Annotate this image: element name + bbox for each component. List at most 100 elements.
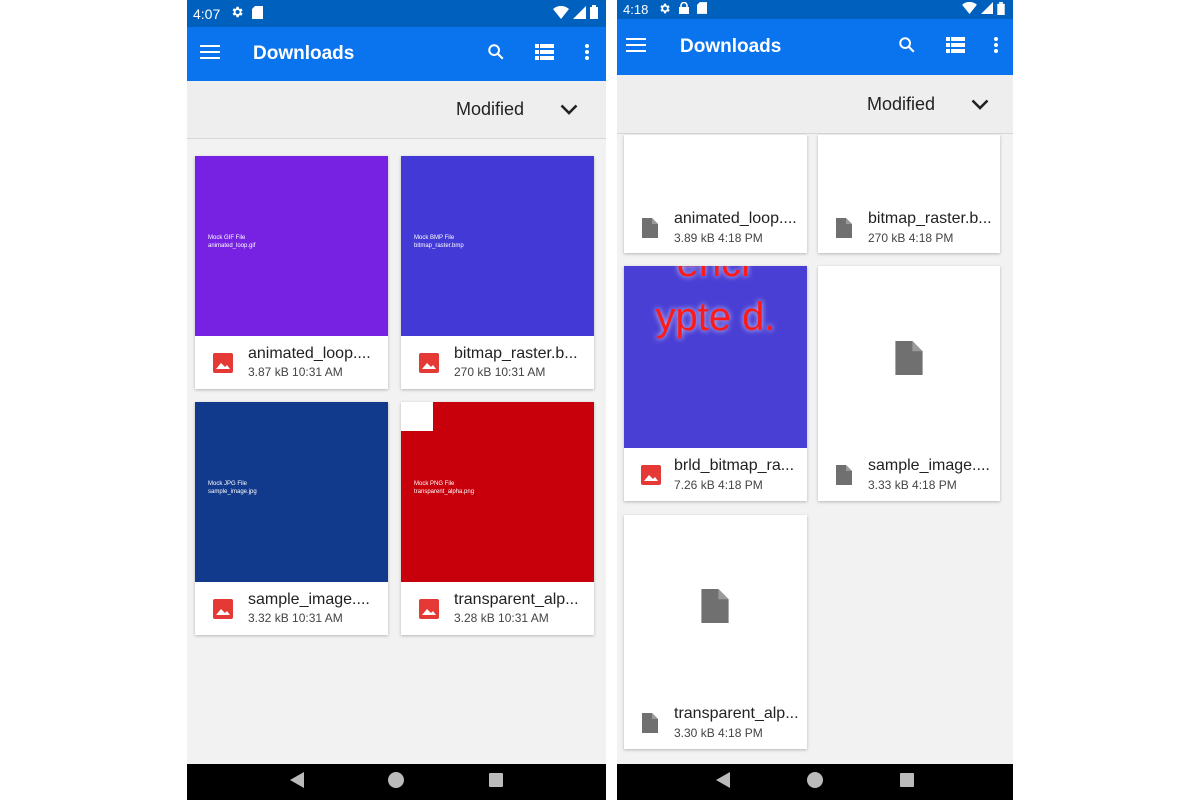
file-meta: 270 kB 4:18 PM: [868, 231, 954, 245]
file-name: transparent_alp...: [454, 591, 579, 608]
file-card[interactable]: Mock JPG File sample_image.jpg sample_ima…: [195, 402, 388, 635]
file-name: animated_loop....: [674, 210, 797, 227]
doc-file-icon: [642, 218, 658, 243]
image-file-icon: [641, 465, 661, 490]
signal-icon: [573, 5, 586, 22]
file-meta: 3.87 kB 10:31 AM: [248, 365, 343, 379]
view-toggle-button[interactable]: [520, 27, 568, 81]
file-name: transparent_alp...: [674, 705, 799, 722]
file-card[interactable]: transparent_alp... 3.30 kB 4:18 PM: [624, 515, 807, 749]
file-name: sample_image....: [248, 591, 370, 608]
mock-file-name: bitmap_raster.bmp: [414, 243, 464, 249]
sort-bar: Modified: [187, 81, 606, 139]
more-options-button[interactable]: [979, 19, 1013, 75]
status-time: 4:18: [623, 2, 649, 17]
recents-button[interactable]: [476, 764, 516, 800]
search-button[interactable]: [472, 27, 520, 81]
recents-button[interactable]: [887, 764, 927, 800]
signal-icon: [981, 2, 993, 17]
file-card[interactable]: animated_loop.... 3.89 kB 4:18 PM: [624, 135, 807, 253]
mock-file-type: Mock JPG File: [208, 481, 248, 487]
settings-icon: [230, 5, 244, 22]
image-file-icon: [213, 599, 233, 624]
mock-file-type: Mock BMP File: [414, 235, 455, 241]
phone-screen-left: 4:07 Downloads Modified Mock GIF File an…: [187, 0, 606, 800]
back-button[interactable]: [277, 764, 317, 800]
mock-file-name: animated_loop.gif: [208, 243, 256, 249]
image-file-icon: [213, 353, 233, 378]
transparent-region: [401, 402, 433, 431]
page-title: Downloads: [680, 36, 782, 57]
battery-icon: [590, 5, 598, 22]
file-meta: 3.89 kB 4:18 PM: [674, 231, 763, 245]
wifi-icon: [553, 5, 569, 22]
status-bar: 4:07: [187, 0, 606, 27]
menu-button[interactable]: [187, 27, 233, 81]
file-card[interactable]: Mock PNG File transparent_alpha.png trans…: [401, 402, 594, 635]
file-card[interactable]: encr ypte d. brld_bitmap_ra... 7.26 kB 4…: [624, 266, 807, 501]
file-meta: 270 kB 10:31 AM: [454, 365, 546, 379]
file-name: animated_loop....: [248, 345, 371, 362]
file-meta: 3.28 kB 10:31 AM: [454, 611, 549, 625]
sd-card-icon: [252, 5, 264, 22]
status-bar: 4:18: [617, 0, 1013, 19]
file-thumbnail: Mock JPG File sample_image.jpg: [195, 402, 388, 582]
doc-file-icon: [642, 713, 658, 738]
more-vert-icon: [585, 43, 589, 65]
sort-dropdown-button[interactable]: [554, 99, 584, 120]
menu-button[interactable]: [617, 19, 659, 75]
mock-file-type: Mock PNG File: [414, 481, 455, 487]
home-icon: [807, 771, 823, 793]
file-meta: 3.30 kB 4:18 PM: [674, 726, 763, 740]
home-icon: [388, 771, 405, 793]
phone-screen-right: 4:18 Downloads Modified animated_loop...…: [617, 0, 1013, 800]
image-file-icon: [419, 353, 439, 378]
lock-icon: [679, 1, 690, 17]
mock-file-name: sample_image.jpg: [208, 489, 257, 495]
system-nav-bar: [187, 764, 606, 800]
sort-dropdown-button[interactable]: [965, 94, 995, 115]
battery-icon: [997, 1, 1005, 18]
thumbnail-text: encr ypte d.: [655, 266, 776, 339]
home-button[interactable]: [795, 764, 835, 800]
list-view-icon: [534, 43, 554, 65]
file-thumbnail: Mock PNG File transparent_alpha.png: [401, 402, 594, 582]
status-time: 4:07: [193, 5, 221, 22]
search-button[interactable]: [883, 19, 931, 75]
file-name: bitmap_raster.b...: [868, 210, 992, 227]
mock-file-type: Mock GIF File: [208, 235, 246, 241]
file-meta: 3.32 kB 10:31 AM: [248, 611, 343, 625]
more-options-button[interactable]: [568, 27, 606, 81]
file-thumbnail: encr ypte d.: [624, 266, 807, 448]
sort-bar: Modified: [617, 75, 1013, 134]
file-card[interactable]: Mock GIF File animated_loop.gif animated_…: [195, 156, 388, 389]
file-card[interactable]: Mock BMP File bitmap_raster.bmp bitmap_ra…: [401, 156, 594, 389]
file-thumbnail: Mock BMP File bitmap_raster.bmp: [401, 156, 594, 336]
recents-icon: [489, 772, 504, 792]
back-icon: [716, 771, 730, 793]
sd-card-icon: [697, 2, 708, 17]
file-name: brld_bitmap_ra...: [674, 457, 795, 474]
search-icon: [898, 36, 916, 59]
image-file-icon: [419, 599, 439, 624]
chevron-down-icon: [971, 94, 989, 115]
page-title: Downloads: [253, 43, 355, 64]
file-thumbnail: Mock GIF File animated_loop.gif: [195, 156, 388, 336]
file-name: bitmap_raster.b...: [454, 345, 578, 362]
file-card[interactable]: sample_image.... 3.33 kB 4:18 PM: [818, 266, 1000, 501]
doc-file-icon: [836, 465, 852, 490]
file-card[interactable]: bitmap_raster.b... 270 kB 4:18 PM: [818, 135, 1000, 253]
app-bar: Downloads: [617, 19, 1013, 75]
back-button[interactable]: [703, 764, 743, 800]
search-icon: [487, 43, 505, 66]
sort-label[interactable]: Modified: [456, 99, 524, 120]
sort-label[interactable]: Modified: [867, 94, 935, 115]
view-toggle-button[interactable]: [931, 19, 979, 75]
home-button[interactable]: [376, 764, 416, 800]
back-icon: [289, 771, 304, 793]
wifi-icon: [962, 1, 977, 17]
file-meta: 7.26 kB 4:18 PM: [674, 478, 763, 492]
app-bar: Downloads: [187, 27, 606, 81]
doc-placeholder-icon: [701, 589, 729, 628]
doc-file-icon: [836, 218, 852, 243]
